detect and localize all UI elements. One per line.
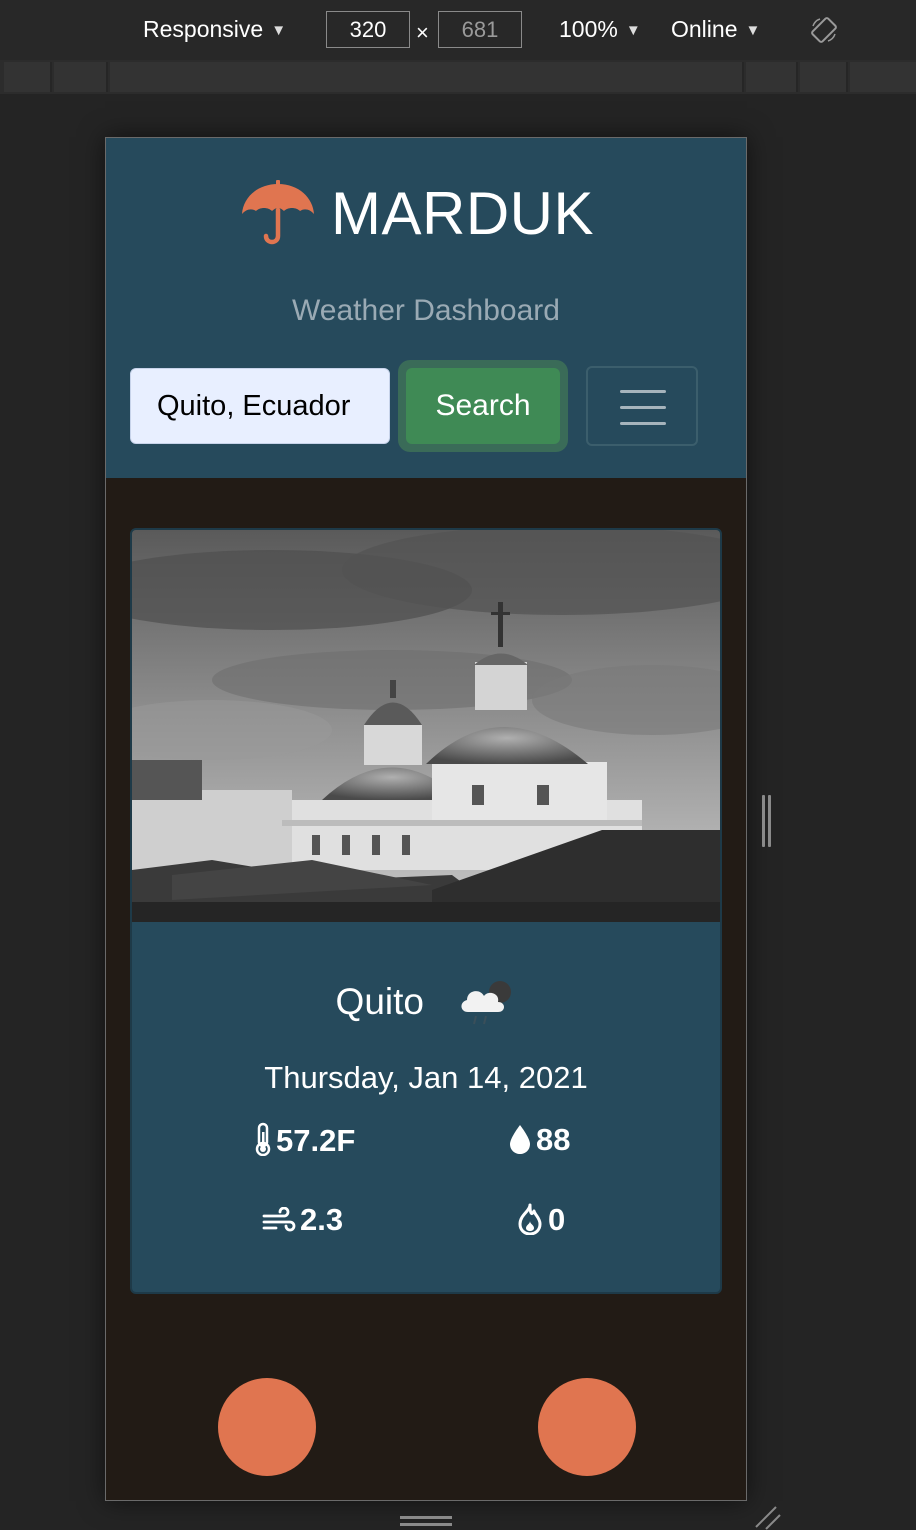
app-header: MARDUK Weather Dashboard Quito, Ecuador …: [106, 138, 746, 478]
ruler-segment[interactable]: [4, 62, 52, 92]
height-input[interactable]: 681: [438, 11, 522, 48]
city-row: Quito: [132, 978, 720, 1026]
water-drop-icon: [510, 1125, 530, 1154]
temperature-stat: 57.2F: [254, 1122, 355, 1159]
subtitle: Weather Dashboard: [292, 294, 560, 327]
search-input[interactable]: Quito, Ecuador: [130, 368, 390, 444]
ruler-segment[interactable]: [746, 62, 798, 92]
wind-icon: [262, 1206, 296, 1232]
caret-down-icon: ▼: [745, 22, 761, 39]
ruler-segment[interactable]: [850, 62, 916, 92]
devtools-toolbar: Responsive ▼ 320 × 681 100% ▼ Online ▼: [0, 0, 916, 60]
zoom-dropdown[interactable]: 100% ▼: [559, 16, 641, 43]
resize-handle-right[interactable]: [760, 795, 774, 847]
device-mode-dropdown[interactable]: Responsive ▼: [143, 16, 286, 43]
search-button[interactable]: Search: [398, 360, 568, 452]
cloud-rain-icon: [461, 981, 512, 1025]
wind-value: 2.3: [300, 1202, 344, 1237]
city-name: Quito: [335, 981, 424, 1022]
uv-value: 0: [548, 1202, 566, 1237]
menu-toggle-button[interactable]: [586, 366, 698, 446]
humidity-value: 88: [536, 1122, 571, 1157]
hamburger-icon: [620, 390, 666, 393]
fire-icon: [518, 1203, 542, 1236]
weather-card: Quito Thursday, Jan 14, 2021 57.2F 88 2.…: [130, 528, 722, 1294]
ruler-segment[interactable]: [54, 62, 108, 92]
wind-stat: 2.3: [262, 1202, 343, 1238]
forecast-date: Thursday, Jan 14, 2021: [264, 1060, 588, 1095]
temperature-value: 57.2F: [276, 1123, 356, 1158]
network-dropdown[interactable]: Online ▼: [671, 16, 760, 43]
resize-handle-bottom[interactable]: [400, 1516, 452, 1528]
umbrella-icon: [242, 180, 314, 245]
device-mode-label: Responsive: [143, 16, 264, 42]
resize-corner-icon[interactable]: [752, 1505, 782, 1530]
ruler-segment[interactable]: [110, 62, 744, 92]
humidity-stat: 88: [508, 1122, 570, 1158]
logo: MARDUK: [241, 178, 601, 258]
width-input[interactable]: 320: [326, 11, 410, 48]
next-button[interactable]: [538, 1378, 636, 1476]
uv-stat: 0: [516, 1202, 565, 1238]
media-query-ruler: [0, 60, 916, 94]
thermometer-icon: [255, 1122, 271, 1157]
brand-name: MARDUK: [331, 180, 595, 247]
city-photo: [132, 530, 720, 922]
hamburger-icon: [620, 406, 666, 409]
dimension-separator: ×: [416, 20, 429, 45]
ruler-segment[interactable]: [800, 62, 848, 92]
caret-down-icon: ▼: [271, 22, 287, 39]
zoom-label: 100%: [559, 16, 618, 42]
hamburger-icon: [620, 422, 666, 425]
search-button-label: Search: [406, 368, 560, 444]
rotate-icon[interactable]: [810, 16, 838, 44]
previous-button[interactable]: [218, 1378, 316, 1476]
caret-down-icon: ▼: [625, 22, 641, 39]
device-viewport: MARDUK Weather Dashboard Quito, Ecuador …: [105, 137, 747, 1501]
network-label: Online: [671, 16, 738, 42]
